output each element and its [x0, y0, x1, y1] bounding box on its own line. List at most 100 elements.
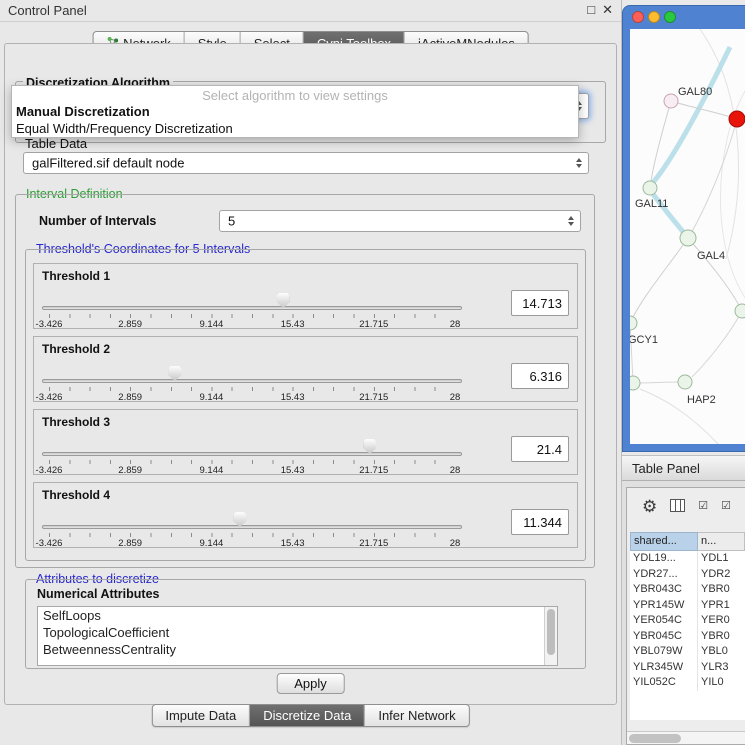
table-data-combobox[interactable]: galFiltered.sif default node [23, 152, 589, 174]
table-cell: YBR0 [698, 629, 745, 645]
tick-label: 21.715 [359, 538, 388, 549]
list-item-selfloops[interactable]: SelfLoops [38, 607, 557, 624]
gear-icon[interactable]: ⚙ [642, 498, 657, 515]
tick-label: -3.426 [36, 465, 63, 476]
scrollbar-thumb[interactable] [547, 609, 555, 655]
slider-scale: -3.4262.8599.14415.4321.71528 [49, 432, 455, 474]
table-row[interactable]: YBR043CYBR0 [630, 582, 745, 598]
mac-minimize-button[interactable] [648, 11, 660, 23]
combobox-value: galFiltered.sif default node [32, 156, 184, 171]
table-cell: YPR145W [630, 598, 698, 614]
table-cell: YLR345W [630, 660, 698, 676]
tick-label: -3.426 [36, 538, 63, 549]
threshold-value-field[interactable] [511, 509, 569, 535]
table-row[interactable]: YIL052CYIL0 [630, 675, 745, 691]
columns-icon[interactable] [670, 499, 685, 514]
threshold-slider-1[interactable]: -3.4262.8599.14415.4321.71528 [42, 286, 462, 328]
tick-label: 15.43 [281, 392, 305, 403]
algorithm-popup-list: Manual DiscretizationEqual Width/Frequen… [12, 103, 578, 137]
table-row[interactable]: YDL19...YDL1 [630, 551, 745, 567]
tick-label: -3.426 [36, 319, 63, 330]
slider-tick-labels: -3.4262.8599.14415.4321.71528 [49, 465, 455, 476]
control-panel-titlebar: Control Panel □ ✕ [0, 0, 621, 22]
close-window-button[interactable]: ✕ [602, 2, 613, 18]
checkbox-icon-1[interactable]: ☑ [698, 501, 708, 512]
apply-button[interactable]: Apply [276, 673, 345, 694]
table-cell: YER054C [630, 613, 698, 629]
table-row[interactable]: YDR27...YDR2 [630, 567, 745, 583]
table-panel-inner: ⚙ ☑ ☑ shared...n... YDL19...YDL1YDR27...… [626, 487, 745, 745]
tick-label: 9.144 [200, 465, 224, 476]
mac-zoom-button[interactable] [664, 11, 676, 23]
slider-thumb[interactable] [168, 366, 181, 381]
attributes-list: SelfLoopsTopologicalCoefficientBetweenne… [37, 606, 558, 666]
slider-tick-labels: -3.4262.8599.14415.4321.71528 [49, 392, 455, 403]
network-canvas[interactable]: GAL80GAL11GAL4GCY1HAP2 [630, 29, 745, 444]
threshold-slider-4[interactable]: -3.4262.8599.14415.4321.71528 [42, 505, 462, 547]
tick-label: 2.859 [118, 465, 142, 476]
horizontal-scrollbar[interactable] [627, 731, 745, 744]
tick-label: 21.715 [359, 392, 388, 403]
mac-close-button[interactable] [632, 11, 644, 23]
table-panel-titlebar: Table Panel [622, 455, 745, 481]
table-row[interactable]: YLR345WYLR3 [630, 660, 745, 676]
tick-label: 2.859 [118, 538, 142, 549]
threshold-panel-1: Threshold 1-3.4262.8599.14415.4321.71528 [33, 263, 578, 329]
node-label-gal4: GAL4 [697, 250, 725, 262]
table-cell: YDL19... [630, 551, 698, 567]
tab-label: Discretize Data [263, 708, 351, 723]
slider-thumb[interactable] [233, 512, 246, 527]
threshold-value-field[interactable] [511, 363, 569, 389]
table-row[interactable]: YBR045CYBR0 [630, 629, 745, 645]
numerical-attributes-label: Numerical Attributes [37, 587, 159, 601]
threshold-slider-2[interactable]: -3.4262.8599.14415.4321.71528 [42, 359, 462, 401]
slider-thumb[interactable] [363, 439, 376, 454]
popup-item-manual-discretization[interactable]: Manual Discretization [12, 103, 578, 120]
threshold-panel-2: Threshold 2-3.4262.8599.14415.4321.71528 [33, 336, 578, 402]
slider-tick-labels: -3.4262.8599.14415.4321.71528 [49, 319, 455, 330]
combo-arrows-icon [568, 216, 574, 226]
tab-discretize-data[interactable]: Discretize Data [250, 705, 365, 726]
tick-label: -3.426 [36, 392, 63, 403]
slider-ticks [49, 387, 455, 391]
table-cell: YIL0 [698, 675, 745, 691]
popup-item-equal-width-frequency-discretization[interactable]: Equal Width/Frequency Discretization [12, 120, 578, 137]
table-cell: YBR0 [698, 582, 745, 598]
slider-ticks [49, 460, 455, 464]
slider-scale: -3.4262.8599.14415.4321.71528 [49, 286, 455, 328]
tick-label: 21.715 [359, 319, 388, 330]
table-cell: YPR1 [698, 598, 745, 614]
column-header-n[interactable]: n... [698, 532, 745, 551]
tick-label: 2.859 [118, 392, 142, 403]
slider-thumb[interactable] [277, 293, 290, 308]
checkbox-icon-2[interactable]: ☑ [721, 501, 731, 512]
network-labels: GAL80GAL11GAL4GCY1HAP2 [630, 29, 745, 444]
slider-ticks [49, 533, 455, 537]
column-header-shared[interactable]: shared... [630, 532, 698, 551]
screen: Control Panel □ ✕ NetworkStyleSelectCyni… [0, 0, 745, 745]
algorithm-popup: Select algorithm to view settings Manual… [11, 85, 579, 138]
table-row[interactable]: YBL079WYBL0 [630, 644, 745, 660]
tick-label: 28 [450, 319, 461, 330]
tab-infer-network[interactable]: Infer Network [365, 705, 468, 726]
table-row[interactable]: YER054CYER0 [630, 613, 745, 629]
slider-ticks [49, 314, 455, 318]
threshold-slider-3[interactable]: -3.4262.8599.14415.4321.71528 [42, 432, 462, 474]
list-item-betweennesscentrality[interactable]: BetweennessCentrality [38, 641, 557, 658]
list-item-topologicalcoefficient[interactable]: TopologicalCoefficient [38, 624, 557, 641]
attributes-scrollbar[interactable] [544, 607, 557, 665]
node-table-body: YDL19...YDL1YDR27...YDR2YBR043CYBR0YPR14… [630, 551, 745, 691]
tick-label: 15.43 [281, 319, 305, 330]
scrollbar-thumb[interactable] [629, 734, 681, 743]
num-intervals-combobox[interactable]: 5 [219, 210, 581, 232]
threshold-value-field[interactable] [511, 436, 569, 462]
table-cell: YLR3 [698, 660, 745, 676]
tab-impute-data[interactable]: Impute Data [152, 705, 250, 726]
threshold-label: Threshold 4 [42, 488, 110, 502]
tick-label: 2.859 [118, 319, 142, 330]
float-window-button[interactable]: □ [587, 2, 595, 18]
table-cell: YBL079W [630, 644, 698, 660]
threshold-value-field[interactable] [511, 290, 569, 316]
threshold-label: Threshold 1 [42, 269, 110, 283]
table-row[interactable]: YPR145WYPR1 [630, 598, 745, 614]
